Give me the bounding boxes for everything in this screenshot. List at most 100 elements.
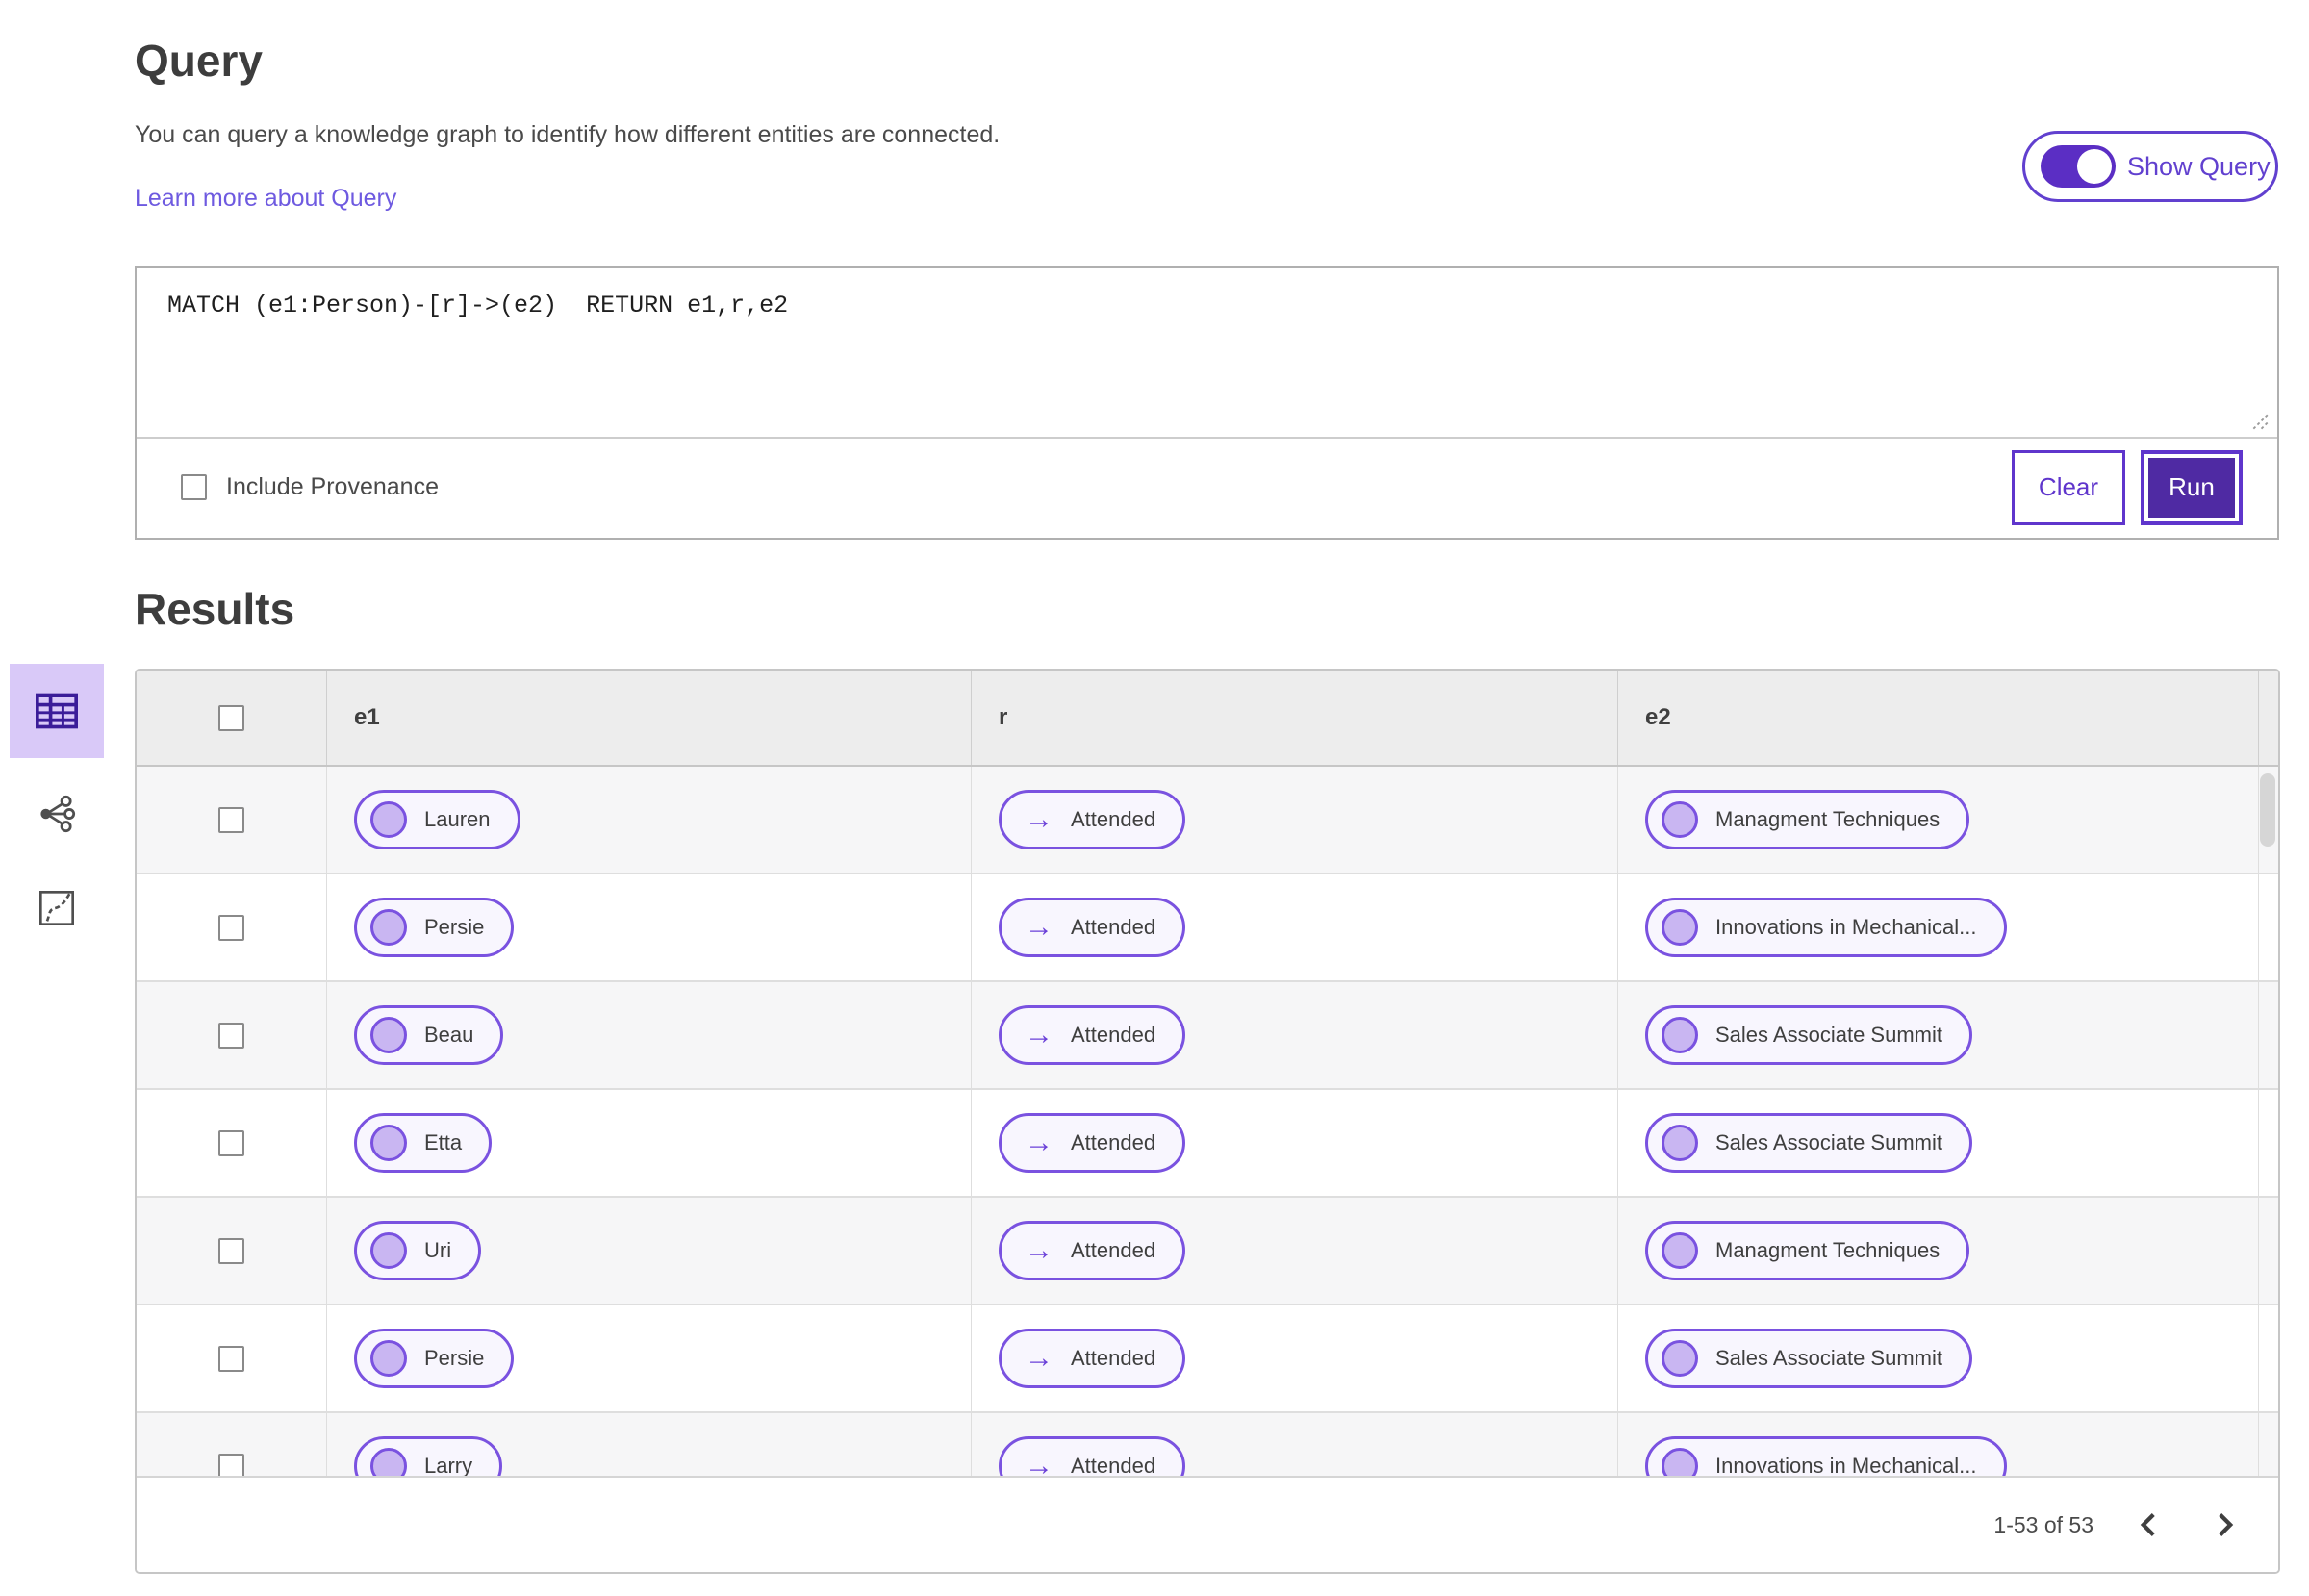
row-checkbox[interactable] xyxy=(218,1022,244,1049)
run-button[interactable]: Run xyxy=(2148,457,2235,518)
relation-chip[interactable]: → Attended xyxy=(999,1329,1186,1388)
relation-chip[interactable]: → Attended xyxy=(999,898,1186,957)
entity-chip[interactable]: Managment Techniques xyxy=(1645,790,1970,849)
column-header-r[interactable]: r xyxy=(972,671,1618,765)
relation-chip[interactable]: → Attended xyxy=(999,1113,1186,1173)
relation-chip[interactable]: → Attended xyxy=(999,1221,1186,1280)
entity-node-icon xyxy=(370,1340,407,1377)
clear-button[interactable]: Clear xyxy=(2012,449,2125,525)
row-checkbox-cell xyxy=(137,1198,327,1304)
cell-e1: Uri xyxy=(327,1198,972,1304)
table-scrollbar-thumb[interactable] xyxy=(2260,773,2275,847)
table-view-button[interactable] xyxy=(10,664,104,758)
results-table-card: e1 r e2 Lauren → Attended Managment Tech… xyxy=(135,669,2280,1574)
header-checkbox-cell xyxy=(137,671,327,765)
resize-grip-icon[interactable] xyxy=(2245,404,2271,431)
page-title: Query xyxy=(135,36,263,86)
entity-chip[interactable]: Persie xyxy=(354,1329,515,1388)
table-row[interactable]: Lauren → Attended Managment Techniques xyxy=(137,767,2278,874)
entity-chip[interactable]: Larry xyxy=(354,1436,503,1476)
relation-arrow-icon: → xyxy=(1025,1019,1053,1051)
relation-arrow-icon: → xyxy=(1025,911,1053,943)
row-checkbox[interactable] xyxy=(218,914,244,941)
relation-arrow-icon: → xyxy=(1025,1450,1053,1477)
query-actions-bar: Include Provenance Clear Run xyxy=(137,439,2277,536)
entity-chip[interactable]: Lauren xyxy=(354,790,520,849)
row-checkbox[interactable] xyxy=(218,1237,244,1264)
cell-r: → Attended xyxy=(972,1413,1618,1476)
entity-node-icon xyxy=(1662,909,1698,946)
table-row[interactable]: Larry → Attended Innovations in Mechanic… xyxy=(137,1413,2278,1476)
entity-chip[interactable]: Innovations in Mechanical... xyxy=(1645,898,2007,957)
row-checkbox-cell xyxy=(137,1090,327,1196)
cell-e2: Sales Associate Summit xyxy=(1618,1305,2259,1411)
row-checkbox[interactable] xyxy=(218,806,244,833)
show-query-toggle[interactable]: Show Query xyxy=(2022,131,2278,202)
include-provenance-checkbox[interactable] xyxy=(181,474,207,500)
row-scrollbar-cell xyxy=(2259,1198,2278,1304)
row-checkbox-cell xyxy=(137,767,327,873)
entity-node-icon xyxy=(370,1448,407,1476)
entity-chip[interactable]: Sales Associate Summit xyxy=(1645,1113,1972,1173)
include-provenance-label: Include Provenance xyxy=(226,473,439,500)
network-view-button[interactable] xyxy=(10,775,104,852)
row-checkbox-cell xyxy=(137,1305,327,1411)
relation-arrow-icon: → xyxy=(1025,1234,1053,1266)
results-title: Results xyxy=(135,584,295,634)
row-checkbox[interactable] xyxy=(218,1129,244,1156)
relation-arrow-icon: → xyxy=(1025,1127,1053,1158)
learn-more-link[interactable]: Learn more about Query xyxy=(135,185,396,213)
entity-chip[interactable]: Beau xyxy=(354,1005,504,1065)
entity-chip[interactable]: Sales Associate Summit xyxy=(1645,1329,1972,1388)
cell-e1: Etta xyxy=(327,1090,972,1196)
run-button-focus-ring[interactable]: Run xyxy=(2141,449,2243,525)
entity-node-icon xyxy=(370,1017,407,1053)
cell-e1: Beau xyxy=(327,982,972,1088)
table-row[interactable]: Beau → Attended Sales Associate Summit xyxy=(137,982,2278,1090)
relation-chip[interactable]: → Attended xyxy=(999,790,1186,849)
row-checkbox[interactable] xyxy=(218,1453,244,1476)
toggle-switch-icon[interactable] xyxy=(2041,145,2116,188)
entity-chip[interactable]: Persie xyxy=(354,898,515,957)
entity-node-icon xyxy=(370,909,407,946)
cell-e1: Persie xyxy=(327,874,972,980)
entity-node-icon xyxy=(1662,1232,1698,1269)
row-scrollbar-cell xyxy=(2259,1090,2278,1196)
network-share-icon xyxy=(40,795,76,833)
cell-r: → Attended xyxy=(972,1305,1618,1411)
cell-r: → Attended xyxy=(972,1090,1618,1196)
next-page-button[interactable] xyxy=(2203,1503,2247,1547)
row-scrollbar-cell xyxy=(2259,982,2278,1088)
cell-e1: Persie xyxy=(327,1305,972,1411)
row-checkbox[interactable] xyxy=(218,1345,244,1372)
query-editor[interactable]: MATCH (e1:Person)-[r]->(e2) RETURN e1,r,… xyxy=(137,268,2277,439)
chart-view-button[interactable] xyxy=(10,870,104,947)
cell-e2: Managment Techniques xyxy=(1618,767,2259,873)
relation-chip[interactable]: → Attended xyxy=(999,1436,1186,1477)
results-table-viewport: e1 r e2 Lauren → Attended Managment Tech… xyxy=(137,671,2278,1476)
table-row[interactable]: Uri → Attended Managment Techniques xyxy=(137,1198,2278,1305)
query-input[interactable]: MATCH (e1:Person)-[r]->(e2) RETURN e1,r,… xyxy=(167,291,788,319)
entity-chip[interactable]: Uri xyxy=(354,1221,482,1280)
cell-r: → Attended xyxy=(972,874,1618,980)
entity-chip[interactable]: Sales Associate Summit xyxy=(1645,1005,1972,1065)
select-all-checkbox[interactable] xyxy=(218,704,244,731)
entity-chip[interactable]: Etta xyxy=(354,1113,493,1173)
table-row[interactable]: Persie → Attended Sales Associate Summit xyxy=(137,1305,2278,1413)
entity-chip[interactable]: Innovations in Mechanical... xyxy=(1645,1436,2007,1476)
previous-page-button[interactable] xyxy=(2126,1503,2170,1547)
cell-r: → Attended xyxy=(972,767,1618,873)
entity-chip[interactable]: Managment Techniques xyxy=(1645,1221,1970,1280)
table-row[interactable]: Etta → Attended Sales Associate Summit xyxy=(137,1090,2278,1198)
row-scrollbar-cell xyxy=(2259,874,2278,980)
table-row[interactable]: Persie → Attended Innovations in Mechani… xyxy=(137,874,2278,982)
column-header-e1[interactable]: e1 xyxy=(327,671,972,765)
cell-r: → Attended xyxy=(972,982,1618,1088)
query-description: You can query a knowledge graph to ident… xyxy=(135,121,1001,148)
table-footer: 1-53 of 53 xyxy=(137,1476,2278,1572)
cell-e1: Larry xyxy=(327,1413,972,1476)
relation-arrow-icon: → xyxy=(1025,803,1053,835)
column-header-e2[interactable]: e2 xyxy=(1618,671,2259,765)
relation-chip[interactable]: → Attended xyxy=(999,1005,1186,1065)
cell-e2: Innovations in Mechanical... xyxy=(1618,1413,2259,1476)
